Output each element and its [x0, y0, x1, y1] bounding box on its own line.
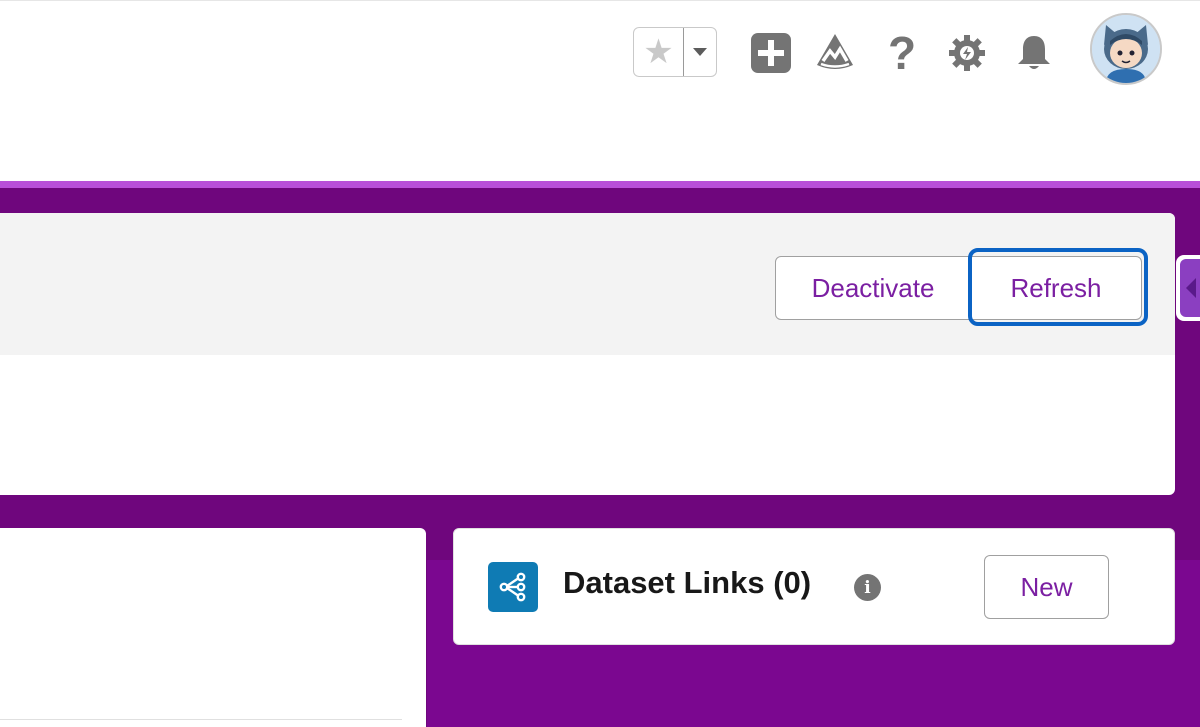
record-highlights-panel: Deactivate Refresh [0, 213, 1175, 495]
brand-stripe [0, 181, 1200, 188]
notifications-bell-icon[interactable] [1012, 31, 1056, 75]
global-header: ★ ? [0, 0, 1200, 106]
trailhead-icon[interactable] [813, 31, 857, 75]
deactivate-button[interactable]: Deactivate [775, 256, 971, 320]
help-icon[interactable]: ? [880, 27, 924, 79]
add-icon[interactable] [749, 31, 793, 75]
side-panel-toggle[interactable] [1176, 255, 1200, 321]
help-glyph: ? [887, 27, 917, 79]
setup-gear-icon[interactable] [945, 31, 989, 75]
chevron-left-icon [1180, 259, 1200, 317]
dataset-links-title[interactable]: Dataset Links (0) [563, 565, 811, 601]
refresh-button[interactable]: Refresh [970, 256, 1142, 320]
highlights-header: Deactivate Refresh [0, 213, 1175, 355]
new-button[interactable]: New [984, 555, 1109, 619]
dataset-links-card: Dataset Links (0) i New [453, 528, 1175, 645]
favorites-group: ★ [633, 27, 717, 77]
divider [0, 719, 402, 720]
sub-navigation-bar [0, 105, 1200, 181]
star-icon[interactable]: ★ [634, 28, 684, 76]
user-avatar-icon[interactable] [1090, 13, 1162, 85]
left-content-card [0, 528, 426, 727]
dataset-link-icon [488, 562, 538, 612]
info-icon[interactable]: i [854, 574, 881, 601]
caret-down-icon[interactable] [684, 28, 716, 76]
